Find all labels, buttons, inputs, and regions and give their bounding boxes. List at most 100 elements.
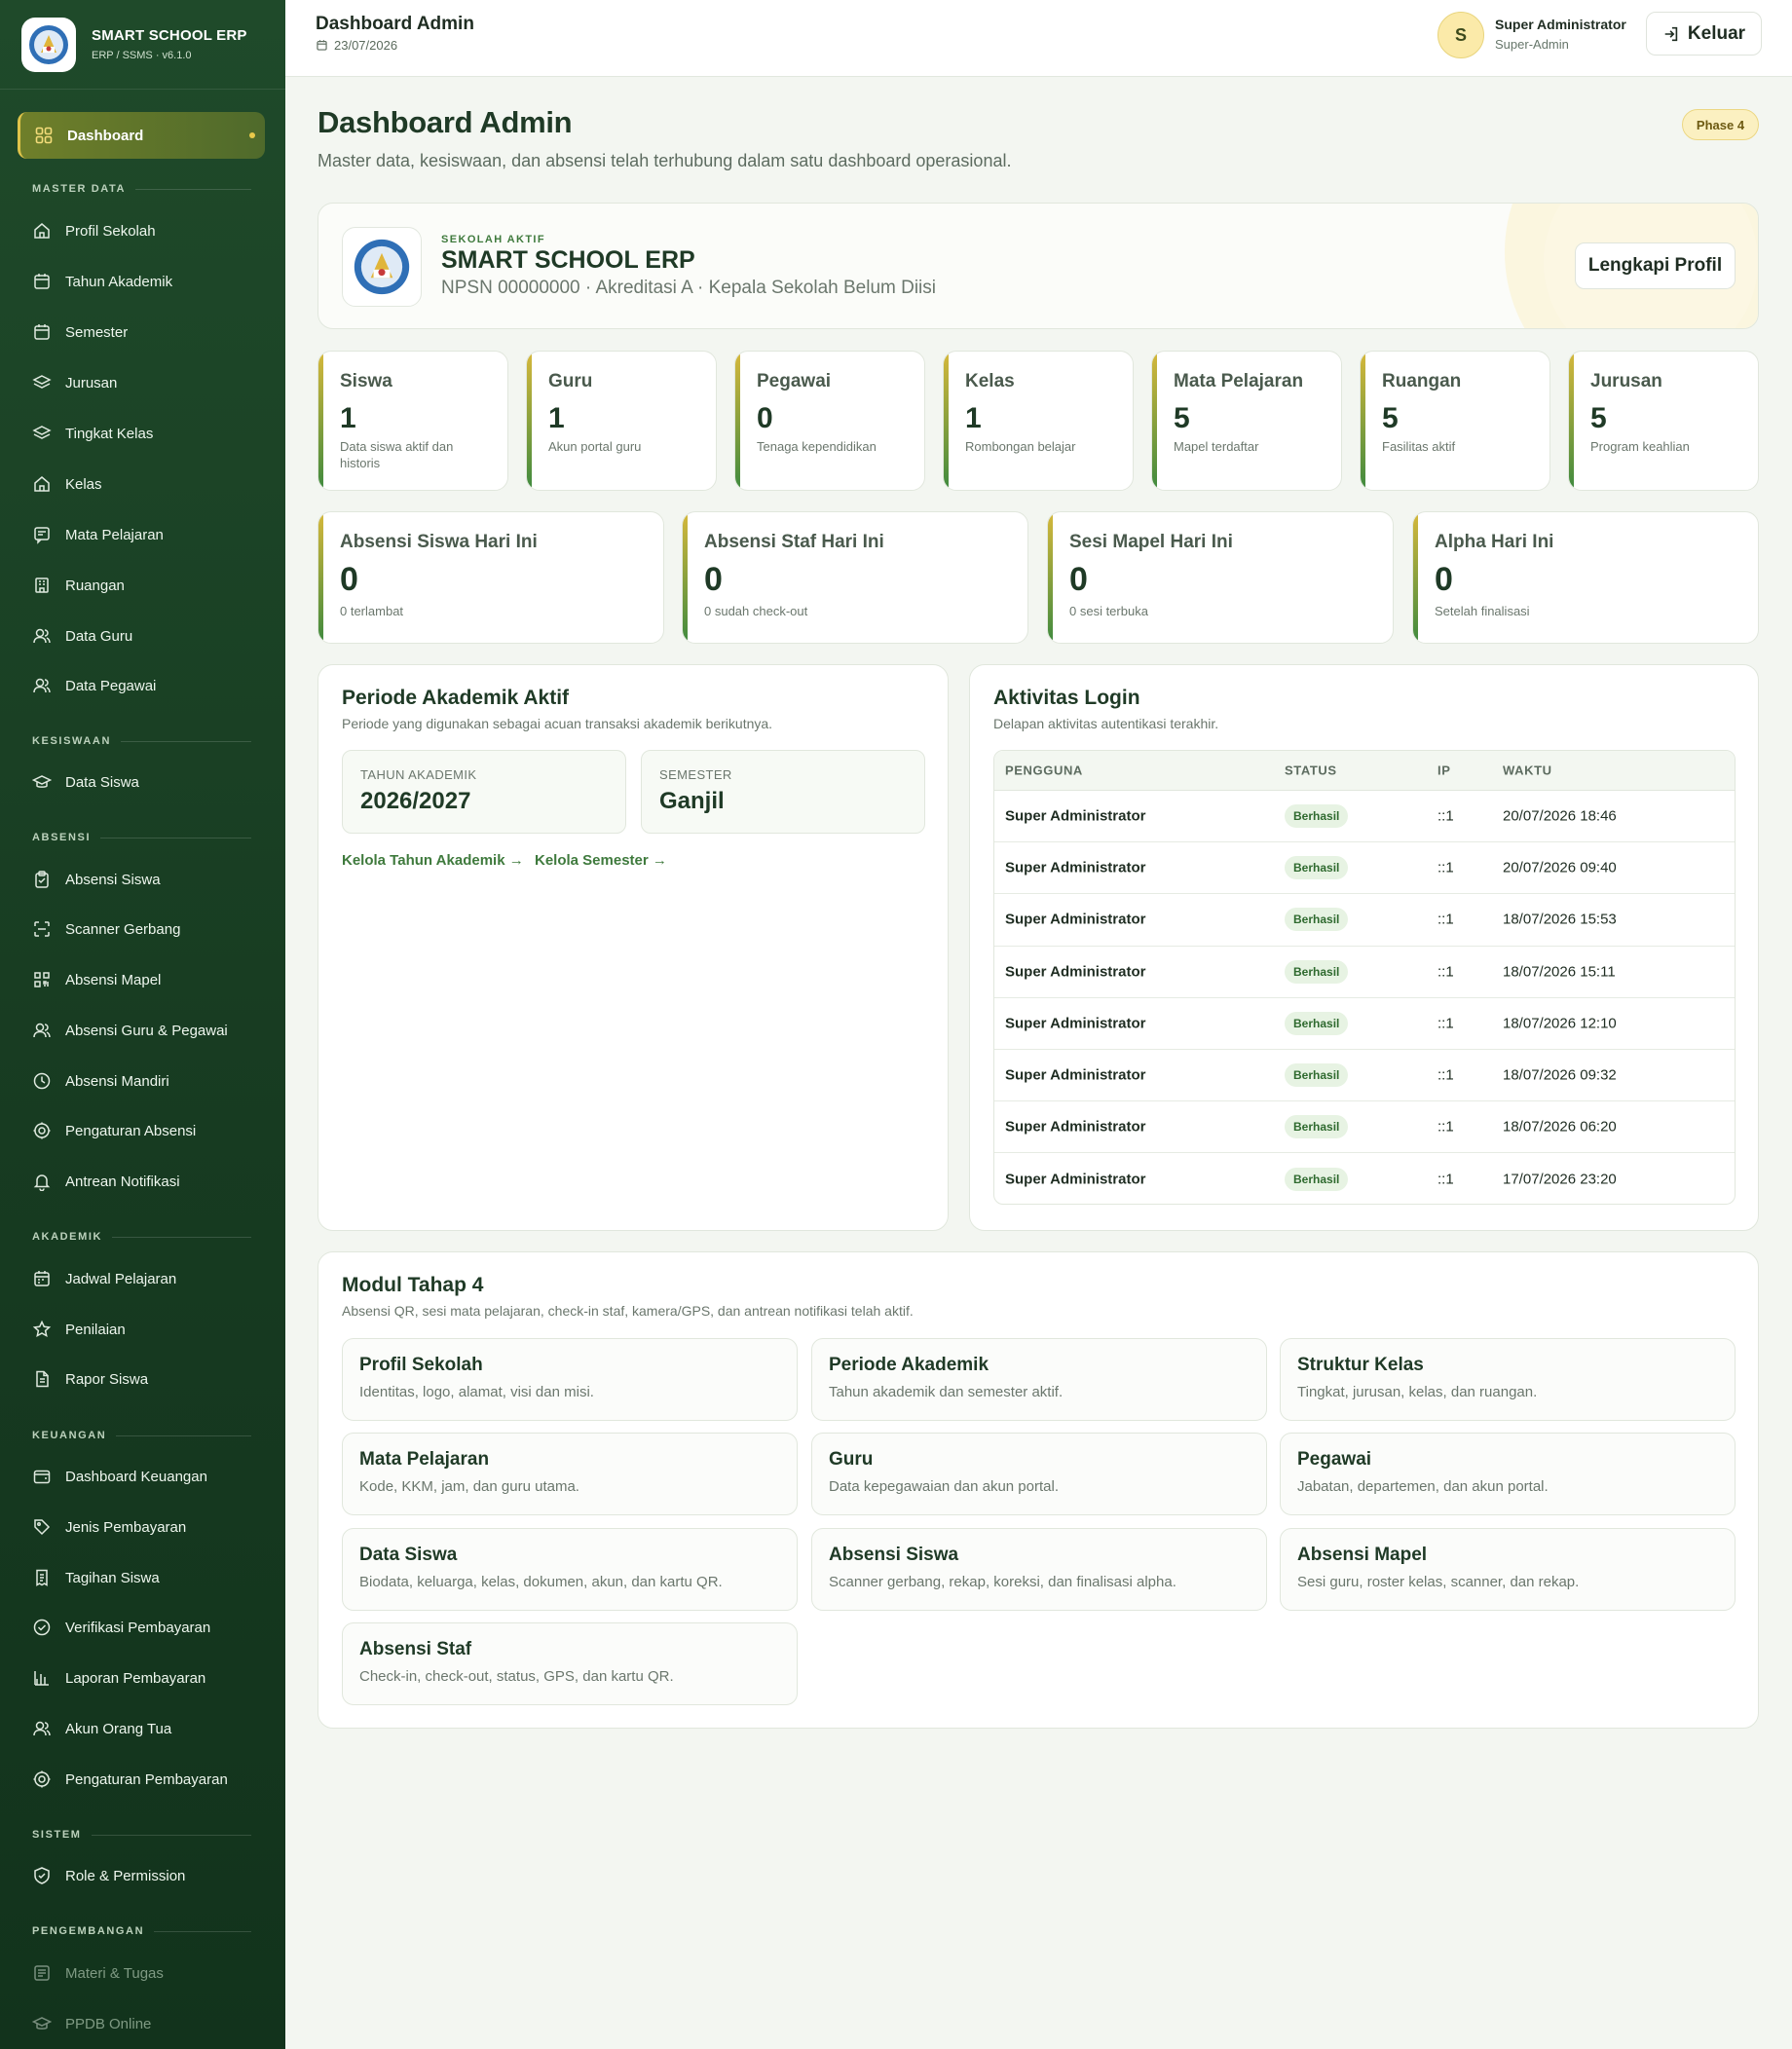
sidebar-item-label: Kelas bbox=[65, 475, 102, 493]
sidebar-item-ppdb-online: PPDB Online bbox=[32, 2006, 266, 2041]
module-card-profil-sekolah[interactable]: Profil Sekolah Identitas, logo, alamat, … bbox=[342, 1338, 798, 1421]
sidebar-item-absensi-mapel[interactable]: Absensi Mapel bbox=[32, 962, 266, 997]
avatar[interactable]: S bbox=[1437, 12, 1484, 58]
sidebar-item-profil-sekolah[interactable]: Profil Sekolah bbox=[32, 213, 266, 248]
calendar-icon bbox=[34, 1271, 50, 1286]
stat-card-ruangan[interactable]: Ruangan 5 Fasilitas aktif bbox=[1360, 351, 1550, 491]
sidebar-item-dashboard[interactable]: Dashboard bbox=[18, 112, 265, 159]
sidebar-item-scanner-gerbang[interactable]: Scanner Gerbang bbox=[32, 912, 266, 947]
sidebar-item-absensi-mandiri[interactable]: Absensi Mandiri bbox=[32, 1063, 266, 1099]
sidebar-item-semester[interactable]: Semester bbox=[32, 315, 266, 350]
sidebar-item-mata-pelajaran[interactable]: Mata Pelajaran bbox=[32, 517, 266, 552]
logout-icon bbox=[1664, 26, 1678, 41]
module-card-absensi-staf[interactable]: Absensi Staf Check-in, check-out, status… bbox=[342, 1622, 798, 1705]
module-card-periode-akademik[interactable]: Periode Akademik Tahun akademik dan seme… bbox=[811, 1338, 1267, 1421]
stat-card-absensi-siswa[interactable]: Absensi Siswa Hari Ini 0 0 terlambat bbox=[317, 511, 664, 644]
sidebar-item-pengaturan-pembayaran[interactable]: Pengaturan Pembayaran bbox=[32, 1762, 266, 1797]
stat-card-absensi-staf[interactable]: Absensi Staf Hari Ini 0 0 sudah check-ou… bbox=[682, 511, 1028, 644]
sidebar-item-pengaturan-absensi[interactable]: Pengaturan Absensi bbox=[32, 1113, 266, 1148]
table-header: PENGGUNA STATUS IP WAKTU bbox=[994, 751, 1735, 791]
table-row: Super Administrator Berhasil ::1 18/07/2… bbox=[994, 1101, 1735, 1154]
sidebar-item-label: Dashboard Keuangan bbox=[65, 1468, 207, 1485]
stat-card-pegawai[interactable]: Pegawai 0 Tenaga kependidikan bbox=[734, 351, 925, 491]
cell-ip: ::1 bbox=[1437, 807, 1454, 825]
module-card-data-siswa[interactable]: Data Siswa Biodata, keluarga, kelas, dok… bbox=[342, 1528, 798, 1611]
page-subtitle: Master data, kesiswaan, dan absensi tela… bbox=[317, 151, 1012, 170]
module-card-absensi-mapel[interactable]: Absensi Mapel Sesi guru, roster kelas, s… bbox=[1280, 1528, 1736, 1611]
module-title: Absensi Mapel bbox=[1297, 1545, 1428, 1565]
star-icon bbox=[32, 1320, 52, 1338]
sidebar-item-label: Jadwal Pelajaran bbox=[65, 1270, 177, 1287]
sidebar-item-absensi-siswa[interactable]: Absensi Siswa bbox=[32, 862, 266, 897]
manage-academic-year-link[interactable]: Kelola Tahun Akademik → bbox=[342, 852, 524, 869]
sidebar-item-jadwal-pelajaran[interactable]: Jadwal Pelajaran bbox=[32, 1261, 266, 1296]
sidebar-item-verifikasi-pembayaran[interactable]: Verifikasi Pembayaran bbox=[32, 1610, 266, 1645]
module-desc: Scanner gerbang, rekap, koreksi, dan fin… bbox=[829, 1574, 1176, 1590]
complete-profile-button[interactable]: Lengkapi Profil bbox=[1575, 242, 1736, 289]
logout-button[interactable]: Keluar bbox=[1646, 12, 1762, 56]
sidebar-item-akun-orang-tua[interactable]: Akun Orang Tua bbox=[32, 1711, 266, 1746]
sidebar-item-label: Absensi Siswa bbox=[65, 871, 161, 888]
sidebar-item-tahun-akademik[interactable]: Tahun Akademik bbox=[32, 264, 266, 299]
message-icon bbox=[34, 1965, 50, 1981]
stat-value: 0 bbox=[1069, 561, 1088, 598]
home-icon bbox=[34, 476, 50, 492]
module-card-struktur-kelas[interactable]: Struktur Kelas Tingkat, jurusan, kelas, … bbox=[1280, 1338, 1736, 1421]
brand[interactable]: SMART SCHOOL ERP ERP / SSMS · v6.1.0 bbox=[0, 0, 285, 90]
building-icon bbox=[35, 577, 49, 593]
document-icon bbox=[36, 1370, 49, 1388]
table-row: Super Administrator Berhasil ::1 18/07/2… bbox=[994, 894, 1735, 947]
stat-card-sesi-mapel[interactable]: Sesi Mapel Hari Ini 0 0 sesi terbuka bbox=[1047, 511, 1394, 644]
module-title: Mata Pelajaran bbox=[359, 1449, 490, 1470]
sidebar-item-absensi-guru-pegawai[interactable]: Absensi Guru & Pegawai bbox=[32, 1013, 266, 1048]
sidebar-item-kelas[interactable]: Kelas bbox=[32, 466, 266, 502]
table-row: Super Administrator Berhasil ::1 18/07/2… bbox=[994, 1050, 1735, 1102]
module-title: Guru bbox=[829, 1449, 874, 1470]
sidebar-item-rapor-siswa[interactable]: Rapor Siswa bbox=[32, 1361, 266, 1397]
academic-period-panel: Periode Akademik Aktif Periode yang digu… bbox=[317, 664, 949, 1231]
stat-card-mata-pelajaran[interactable]: Mata Pelajaran 5 Mapel terdaftar bbox=[1151, 351, 1342, 491]
stat-card-jurusan[interactable]: Jurusan 5 Program keahlian bbox=[1568, 351, 1759, 491]
sidebar-item-tingkat-kelas[interactable]: Tingkat Kelas bbox=[32, 416, 266, 451]
brand-subtitle: ERP / SSMS · v6.1.0 bbox=[92, 50, 192, 61]
module-card-mata-pelajaran[interactable]: Mata Pelajaran Kode, KKM, jam, dan guru … bbox=[342, 1433, 798, 1515]
sidebar-item-dashboard-keuangan[interactable]: Dashboard Keuangan bbox=[32, 1459, 266, 1494]
sidebar-item-penilaian[interactable]: Penilaian bbox=[32, 1312, 266, 1347]
status-badge: Berhasil bbox=[1285, 1167, 1349, 1191]
sidebar-item-data-guru[interactable]: Data Guru bbox=[32, 618, 266, 653]
stat-card-kelas[interactable]: Kelas 1 Rombongan belajar bbox=[943, 351, 1134, 491]
module-card-guru[interactable]: Guru Data kepegawaian dan akun portal. bbox=[811, 1433, 1267, 1515]
module-card-absensi-siswa[interactable]: Absensi Siswa Scanner gerbang, rekap, ko… bbox=[811, 1528, 1267, 1611]
sidebar-item-label: Laporan Pembayaran bbox=[65, 1669, 206, 1687]
stat-title: Siswa bbox=[340, 371, 392, 391]
sidebar-item-antrean-notifikasi[interactable]: Antrean Notifikasi bbox=[32, 1164, 266, 1199]
sidebar-item-label: Rapor Siswa bbox=[65, 1370, 149, 1388]
message-icon bbox=[34, 527, 50, 544]
stat-value: 0 bbox=[704, 561, 723, 598]
cell-ip: ::1 bbox=[1437, 1118, 1454, 1136]
panel-subtitle: Periode yang digunakan sebagai acuan tra… bbox=[342, 716, 773, 731]
sidebar-item-ruangan[interactable]: Ruangan bbox=[32, 568, 266, 603]
module-card-pegawai[interactable]: Pegawai Jabatan, departemen, dan akun po… bbox=[1280, 1433, 1736, 1515]
sidebar-item-laporan-pembayaran[interactable]: Laporan Pembayaran bbox=[32, 1660, 266, 1695]
active-school-card: SEKOLAH AKTIF SMART SCHOOL ERP NPSN 0000… bbox=[317, 203, 1759, 329]
stat-card-siswa[interactable]: Siswa 1 Data siswa aktif dan historis bbox=[317, 351, 508, 491]
sidebar-item-label: Absensi Mapel bbox=[65, 971, 162, 988]
column-header: PENGGUNA bbox=[1005, 763, 1083, 778]
manage-semester-link[interactable]: Kelola Semester → bbox=[535, 852, 667, 869]
phase-badge: Phase 4 bbox=[1682, 109, 1759, 140]
module-desc: Sesi guru, roster kelas, scanner, dan re… bbox=[1297, 1574, 1580, 1590]
sidebar-item-jurusan[interactable]: Jurusan bbox=[32, 365, 266, 400]
sidebar-item-data-siswa[interactable]: Data Siswa bbox=[32, 764, 266, 800]
layers-icon bbox=[32, 375, 52, 389]
stat-card-guru[interactable]: Guru 1 Akun portal guru bbox=[526, 351, 717, 491]
stat-card-alpha[interactable]: Alpha Hari Ini 0 Setelah finalisasi bbox=[1412, 511, 1759, 644]
cell-user: Super Administrator bbox=[1005, 911, 1146, 928]
module-title: Profil Sekolah bbox=[359, 1355, 483, 1375]
sidebar-item-data-pegawai[interactable]: Data Pegawai bbox=[32, 668, 266, 703]
sidebar-item-tagihan-siswa[interactable]: Tagihan Siswa bbox=[32, 1560, 266, 1595]
sidebar-item-role-permission[interactable]: Role & Permission bbox=[32, 1858, 266, 1893]
cell-user: Super Administrator bbox=[1005, 807, 1146, 825]
cell-time: 18/07/2026 15:11 bbox=[1503, 963, 1616, 981]
sidebar-item-jenis-pembayaran[interactable]: Jenis Pembayaran bbox=[32, 1509, 266, 1545]
